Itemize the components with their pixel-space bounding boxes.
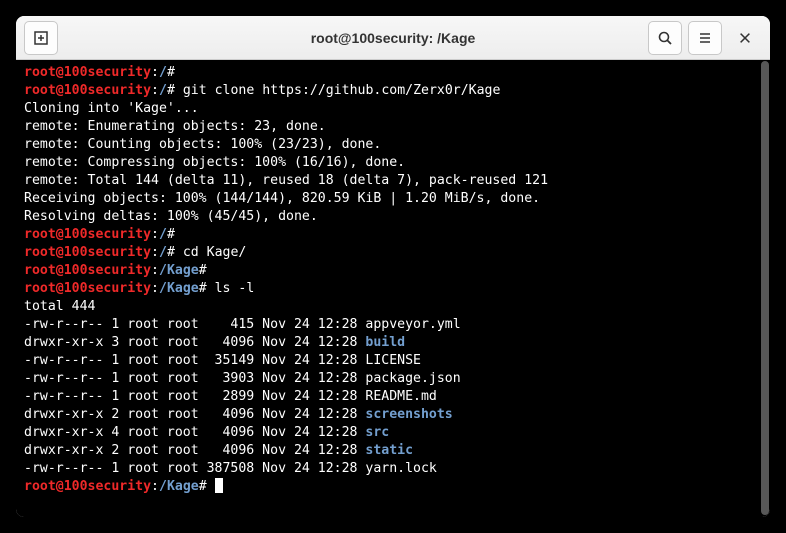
ls-meta: drwxr-xr-x 4 root root 4096 Nov 24 12:28 [24,425,365,440]
search-icon [657,30,673,46]
prompt-hash: # [167,227,175,242]
hamburger-icon [697,30,713,46]
ls-row: -rw-r--r-- 1 root root 3903 Nov 24 12:28… [24,370,762,388]
prompt-path: /Kage [159,263,199,278]
clone-output: remote: Enumerating objects: 23, done. [24,118,762,136]
prompt-sep: : [151,479,159,494]
prompt-user-host: root@100security [24,479,151,494]
ls-meta: -rw-r--r-- 1 root root 3903 Nov 24 12:28 [24,371,365,386]
ls-meta: -rw-r--r-- 1 root root 415 Nov 24 12:28 [24,317,365,332]
clone-output: Cloning into 'Kage'... [24,100,762,118]
prompt-path: / [159,245,167,260]
ls-filename: yarn.lock [365,461,436,476]
ls-meta: -rw-r--r-- 1 root root 35149 Nov 24 12:2… [24,353,365,368]
prompt-user-host: root@100security [24,65,151,80]
ls-filename: package.json [365,371,460,386]
command-text: cd Kage/ [175,245,246,260]
prompt-hash: # [199,479,207,494]
ls-row: drwxr-xr-x 2 root root 4096 Nov 24 12:28… [24,442,762,460]
ls-row: drwxr-xr-x 3 root root 4096 Nov 24 12:28… [24,334,762,352]
scrollbar[interactable] [759,61,769,515]
ls-dirname: static [365,443,413,458]
prompt-hash: # [167,245,175,260]
new-tab-button[interactable] [24,21,58,55]
ls-total: total 444 [24,298,762,316]
prompt-hash: # [199,281,207,296]
ls-row: -rw-r--r-- 1 root root 35149 Nov 24 12:2… [24,352,762,370]
ls-meta: drwxr-xr-x 3 root root 4096 Nov 24 12:28 [24,335,365,350]
prompt-sep: : [151,281,159,296]
menu-button[interactable] [688,21,722,55]
clone-output: Receiving objects: 100% (144/144), 820.5… [24,190,762,208]
close-icon [738,31,752,45]
ls-dirname: screenshots [365,407,452,422]
clone-output: remote: Counting objects: 100% (23/23), … [24,136,762,154]
ls-row: -rw-r--r-- 1 root root 415 Nov 24 12:28 … [24,316,762,334]
new-tab-icon [33,30,49,46]
prompt-hash: # [167,65,175,80]
search-button[interactable] [648,21,682,55]
prompt-sep: : [151,65,159,80]
clone-output: Resolving deltas: 100% (45/45), done. [24,208,762,226]
prompt-sep: : [151,83,159,98]
ls-meta: -rw-r--r-- 1 root root 387508 Nov 24 12:… [24,461,365,476]
close-button[interactable] [728,21,762,55]
prompt-path: / [159,83,167,98]
prompt-user-host: root@100security [24,263,151,278]
prompt-user-host: root@100security [24,227,151,242]
ls-meta: -rw-r--r-- 1 root root 2899 Nov 24 12:28 [24,389,365,404]
ls-row: -rw-r--r-- 1 root root 387508 Nov 24 12:… [24,460,762,478]
ls-row: drwxr-xr-x 4 root root 4096 Nov 24 12:28… [24,424,762,442]
ls-filename: README.md [365,389,436,404]
prompt-hash: # [167,83,175,98]
command-line: root@100security:/Kage# ls -l [24,280,762,298]
ls-filename: LICENSE [365,353,421,368]
command-line: root@100security:/Kage# [24,478,762,496]
prompt-path: /Kage [159,281,199,296]
titlebar: root@100security: /Kage [16,16,770,60]
clone-output: remote: Total 144 (delta 11), reused 18 … [24,172,762,190]
command-line: root@100security:/# git clone https://gi… [24,82,762,100]
command-line: root@100security:/Kage# [24,262,762,280]
prompt-user-host: root@100security [24,281,151,296]
command-line: root@100security:/# [24,226,762,244]
ls-meta: drwxr-xr-x 2 root root 4096 Nov 24 12:28 [24,443,365,458]
ls-dirname: build [365,335,405,350]
terminal-output[interactable]: root@100security:/#root@100security:/# g… [16,60,770,517]
ls-dirname: src [365,425,389,440]
command-line: root@100security:/# [24,64,762,82]
cursor [215,478,223,493]
prompt-user-host: root@100security [24,245,151,260]
terminal-window: root@100security: /Kage root@100security… [16,16,770,517]
clone-output: remote: Compressing objects: 100% (16/16… [24,154,762,172]
command-line: root@100security:/# cd Kage/ [24,244,762,262]
prompt-path: / [159,65,167,80]
prompt-sep: : [151,227,159,242]
prompt-user-host: root@100security [24,83,151,98]
scrollbar-thumb[interactable] [761,61,769,515]
ls-row: -rw-r--r-- 1 root root 2899 Nov 24 12:28… [24,388,762,406]
ls-row: drwxr-xr-x 2 root root 4096 Nov 24 12:28… [24,406,762,424]
prompt-hash: # [199,263,207,278]
prompt-path: /Kage [159,479,199,494]
command-text: ls -l [207,281,255,296]
prompt-sep: : [151,263,159,278]
ls-meta: drwxr-xr-x 2 root root 4096 Nov 24 12:28 [24,407,365,422]
command-text: git clone https://github.com/Zerx0r/Kage [175,83,501,98]
ls-filename: appveyor.yml [365,317,460,332]
prompt-path: / [159,227,167,242]
prompt-sep: : [151,245,159,260]
